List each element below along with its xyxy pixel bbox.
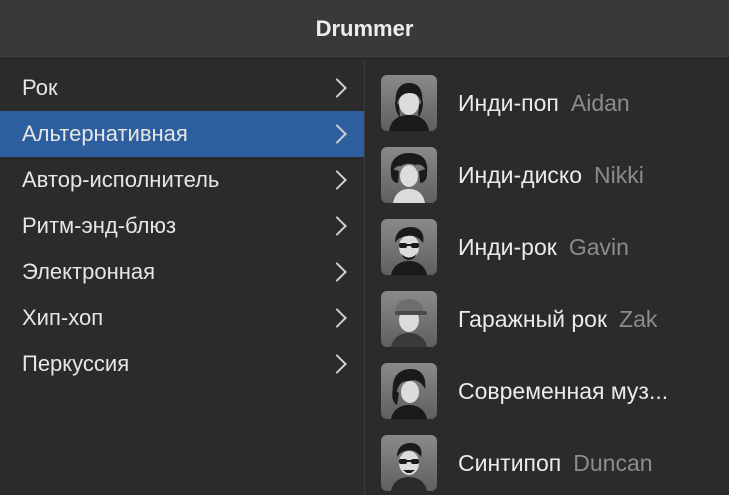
drummer-item-nikki[interactable]: Инди-диско Nikki <box>365 139 729 211</box>
drummer-style: Инди-рок <box>458 233 557 260</box>
drummer-avatar-icon <box>381 435 437 491</box>
drummer-name: Zak <box>619 305 658 332</box>
drummer-avatar-icon <box>381 363 437 419</box>
genre-label: Перкуссия <box>22 351 130 376</box>
drummer-style: Инди-диско <box>458 161 583 188</box>
drummer-list: Инди-поп Aidan Инди-диско Nikki Инди-рок… <box>365 59 729 495</box>
genre-label: Автор-исполнитель <box>22 167 220 192</box>
drummer-window: Drummer Рок Альтернативная Автор-исполни… <box>0 0 729 495</box>
chevron-right-icon <box>327 78 347 98</box>
genre-item-hip-hop[interactable]: Хип-хоп <box>0 295 364 341</box>
genre-label: Альтернативная <box>22 121 188 146</box>
drummer-name: Gavin <box>568 233 629 260</box>
chevron-right-icon <box>327 308 347 328</box>
drummer-avatar-icon <box>381 291 437 347</box>
drummer-style: Гаражный рок <box>458 305 608 332</box>
genre-item-rnb[interactable]: Ритм-энд-блюз <box>0 203 364 249</box>
drummer-style: Синтипоп <box>458 449 562 476</box>
drummer-avatar-icon <box>381 147 437 203</box>
chevron-right-icon <box>327 354 347 374</box>
genre-label: Рок <box>22 75 58 100</box>
title-bar: Drummer <box>0 0 729 59</box>
drummer-avatar-icon <box>381 75 437 131</box>
genre-item-alternative[interactable]: Альтернативная <box>0 111 364 157</box>
chevron-right-icon <box>327 262 347 282</box>
drummer-item-gavin[interactable]: Инди-рок Gavin <box>365 211 729 283</box>
genre-list: Рок Альтернативная Автор-исполнитель Рит… <box>0 59 365 495</box>
drummer-item-duncan[interactable]: Синтипоп Duncan <box>365 427 729 495</box>
genre-item-percussion[interactable]: Перкуссия <box>0 341 364 387</box>
drummer-item-aidan[interactable]: Инди-поп Aidan <box>365 67 729 139</box>
window-title: Drummer <box>315 16 414 41</box>
drummer-name: Aidan <box>570 89 630 116</box>
chevron-right-icon <box>327 170 347 190</box>
drummer-name: Duncan <box>573 449 653 476</box>
genre-label: Ритм-энд-блюз <box>22 213 177 238</box>
genre-item-singer-songwriter[interactable]: Автор-исполнитель <box>0 157 364 203</box>
genre-item-rock[interactable]: Рок <box>0 65 364 111</box>
genre-label: Хип-хоп <box>22 305 104 330</box>
drummer-style: Инди-поп <box>458 89 559 116</box>
chevron-right-icon <box>327 216 347 236</box>
chevron-right-icon <box>327 124 347 144</box>
drummer-name: Nikki <box>594 161 644 188</box>
drummer-item-contemporary[interactable]: Современная муз... <box>365 355 729 427</box>
genre-label: Электронная <box>22 259 156 284</box>
drummer-item-zak[interactable]: Гаражный рок Zak <box>365 283 729 355</box>
browser-body: Рок Альтернативная Автор-исполнитель Рит… <box>0 59 729 495</box>
drummer-avatar-icon <box>381 219 437 275</box>
genre-item-electronic[interactable]: Электронная <box>0 249 364 295</box>
drummer-style: Современная муз... <box>458 377 669 404</box>
